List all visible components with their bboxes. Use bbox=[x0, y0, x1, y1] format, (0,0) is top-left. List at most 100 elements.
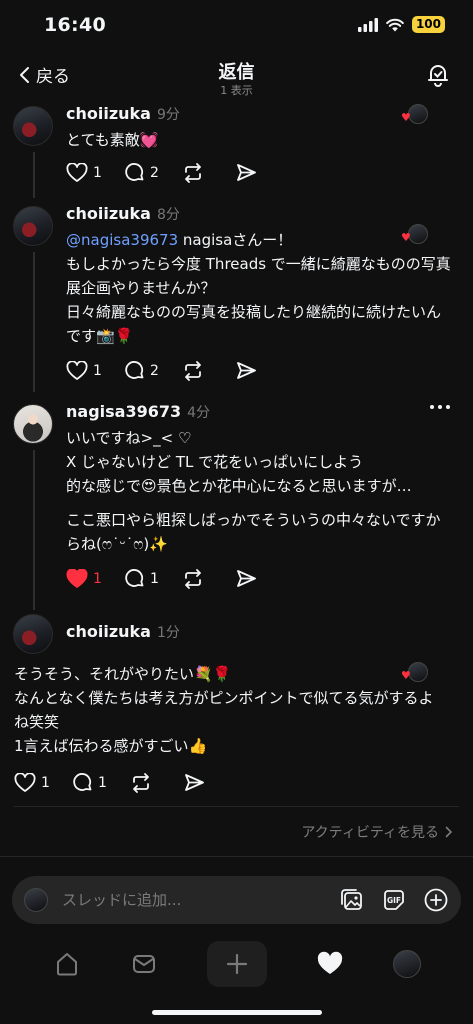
reply-count: 1 bbox=[98, 774, 107, 791]
home-icon[interactable] bbox=[53, 950, 81, 978]
share-button[interactable] bbox=[236, 361, 290, 380]
avatar bbox=[24, 888, 48, 912]
heart-filled-icon: ♥ bbox=[401, 111, 411, 124]
reply-input[interactable] bbox=[60, 890, 339, 910]
share-icon bbox=[236, 163, 257, 182]
post-line: そうそう、それがやりたい💐🌹 bbox=[14, 665, 232, 683]
mention-link[interactable]: @nagisa39673 bbox=[66, 231, 178, 249]
reply-button[interactable]: 1 bbox=[124, 568, 182, 589]
post-line: もしよかったら今度 Threads で一緒に綺麗なものの写真 bbox=[66, 255, 451, 273]
avatar[interactable] bbox=[13, 404, 53, 444]
repost-button[interactable] bbox=[182, 568, 236, 589]
post-header: choiizuka 9分 bbox=[66, 104, 180, 124]
post-line: ここ悪口やら粗探しばっかでそういうの中々ないですか bbox=[66, 511, 441, 529]
reply-count: 1 bbox=[150, 570, 159, 587]
repost-button[interactable] bbox=[182, 360, 236, 381]
liked-by-avatar: ♥ bbox=[401, 104, 428, 124]
like-button[interactable]: 1 bbox=[14, 772, 72, 793]
image-icon[interactable] bbox=[339, 887, 365, 913]
comment-icon bbox=[124, 568, 145, 589]
reply-count: 2 bbox=[150, 362, 159, 379]
username[interactable]: nagisa39673 bbox=[66, 402, 181, 421]
post-actions: 1 1 bbox=[14, 772, 238, 793]
status-indicators: 100 bbox=[357, 16, 445, 33]
divider bbox=[0, 856, 473, 857]
like-button[interactable]: 1 bbox=[66, 162, 124, 183]
post-line: とても素敵💓 bbox=[66, 131, 159, 149]
post-line: X じゃないけど TL で花をいっぱいにしよう bbox=[66, 453, 364, 471]
share-button[interactable] bbox=[236, 163, 290, 182]
share-button[interactable] bbox=[184, 773, 238, 792]
post-time: 4分 bbox=[187, 405, 211, 421]
more-options-icon[interactable] bbox=[429, 404, 451, 410]
heart-icon bbox=[66, 162, 88, 183]
new-thread-button[interactable] bbox=[206, 941, 267, 987]
page-title: 返信 bbox=[218, 62, 255, 83]
repost-button[interactable] bbox=[130, 772, 184, 793]
profile-tab[interactable] bbox=[392, 950, 421, 978]
reply-count: 2 bbox=[150, 164, 159, 181]
like-button[interactable]: 1 bbox=[66, 360, 124, 381]
avatar[interactable] bbox=[13, 206, 53, 246]
post-body: @nagisa39673 nagisaさんー！ もしよかったら今度 Thread… bbox=[66, 228, 466, 348]
activity-link[interactable]: アクティビティを見る bbox=[301, 822, 453, 842]
repost-icon bbox=[182, 162, 204, 183]
notification-icon bbox=[425, 62, 451, 88]
activity-label: アクティビティを見る bbox=[301, 825, 439, 841]
reply-button[interactable]: 1 bbox=[72, 772, 130, 793]
battery-indicator: 100 bbox=[411, 16, 445, 33]
reply-button[interactable]: 2 bbox=[124, 360, 182, 381]
post-line: です📸🌹 bbox=[66, 327, 134, 345]
username[interactable]: choiizuka bbox=[66, 622, 151, 641]
like-count: 1 bbox=[93, 362, 102, 379]
like-count: 1 bbox=[93, 570, 102, 587]
svg-text:GIF: GIF bbox=[387, 896, 401, 905]
post-line: nagisaさんー！ bbox=[178, 231, 293, 249]
share-icon bbox=[184, 773, 205, 792]
post-actions: 1 2 bbox=[66, 162, 290, 183]
share-icon bbox=[236, 569, 257, 588]
post-time: 9分 bbox=[156, 107, 180, 123]
heart-filled-icon bbox=[66, 568, 88, 589]
post-body: とても素敵💓 bbox=[66, 128, 158, 152]
post-actions: 1 2 bbox=[66, 360, 290, 381]
chevron-right-icon bbox=[445, 826, 453, 838]
thread-line bbox=[33, 152, 35, 198]
notification-button[interactable] bbox=[425, 62, 451, 88]
thread-line bbox=[33, 252, 35, 392]
repost-button[interactable] bbox=[182, 162, 236, 183]
status-time: 16:40 bbox=[44, 14, 106, 36]
avatar[interactable] bbox=[13, 106, 53, 146]
repost-icon bbox=[182, 568, 204, 589]
gif-icon[interactable]: GIF bbox=[381, 887, 407, 913]
username[interactable]: choiizuka bbox=[66, 104, 151, 123]
post-header: choiizuka 8分 bbox=[66, 204, 180, 224]
avatar[interactable] bbox=[13, 614, 53, 654]
comment-icon bbox=[124, 162, 145, 183]
like-count: 1 bbox=[93, 164, 102, 181]
heart-icon bbox=[66, 360, 88, 381]
post-line: らね(ෆ˙ᵕ˙ෆ)✨ bbox=[66, 535, 168, 553]
post-actions: 1 1 bbox=[66, 568, 290, 589]
post-body: そうそう、それがやりたい💐🌹 なんとなく僕たちは考え方がピンポイントで似てる気が… bbox=[14, 662, 464, 758]
share-button[interactable] bbox=[236, 569, 290, 588]
reply-button[interactable]: 2 bbox=[124, 162, 182, 183]
like-count: 1 bbox=[41, 774, 50, 791]
username[interactable]: choiizuka bbox=[66, 204, 151, 223]
post-line: 1言えば伝わる感がすごい👍 bbox=[14, 737, 208, 755]
post-line: 展企画やりませんか？ bbox=[66, 279, 216, 297]
heart-filled-icon[interactable] bbox=[316, 951, 344, 977]
repost-icon bbox=[130, 772, 152, 793]
plus-icon bbox=[225, 952, 249, 976]
inbox-icon[interactable] bbox=[130, 950, 158, 978]
post-line bbox=[66, 498, 466, 508]
post-line: ね笑笑 bbox=[14, 713, 60, 731]
post-time: 8分 bbox=[156, 207, 180, 223]
heart-icon bbox=[14, 772, 36, 793]
divider bbox=[14, 806, 459, 807]
thread-line bbox=[33, 450, 35, 610]
add-icon[interactable] bbox=[423, 887, 449, 913]
like-button[interactable]: 1 bbox=[66, 568, 124, 589]
comment-icon bbox=[124, 360, 145, 381]
post-header: choiizuka 1分 bbox=[66, 622, 180, 642]
